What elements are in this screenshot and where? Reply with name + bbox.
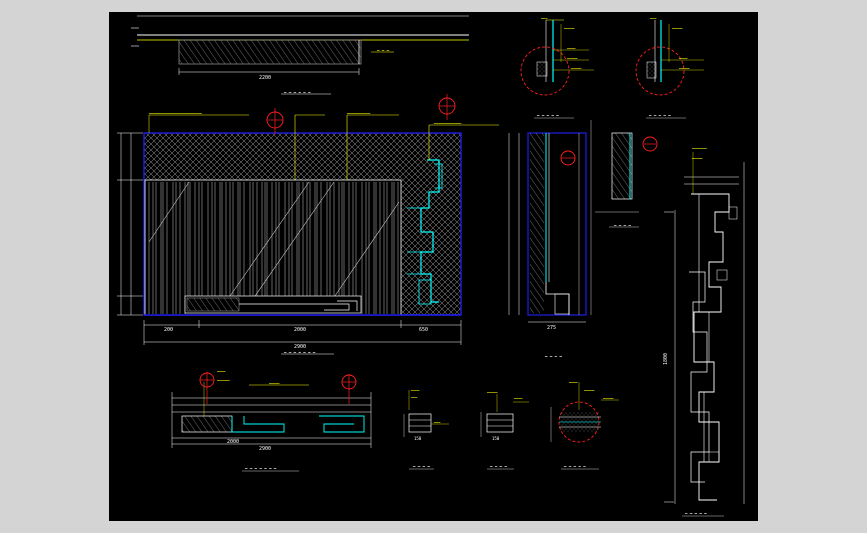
svg-text:▁▁▁: ▁▁▁ (433, 419, 441, 423)
bottom-plan-view: 2000 2900 ▁▁▁▁ ▁▁▁▁▁▁ ▁▁▁▁▁ ▁ ▁ ▁ ▁ ▁ ▁ … (171, 368, 372, 472)
svg-text:▁ ▁ ▁ ▁: ▁ ▁ ▁ ▁ (544, 352, 562, 357)
svg-text:▁▁▁▁: ▁▁▁▁ (216, 368, 226, 372)
svg-text:▁▁▁: ▁▁▁ (540, 15, 548, 19)
drawing-sheet: 2200 ▁ ▁ ▁ ▁ ▁ ▁ ▁ ▁ ▁ 200 2000 650 2900… (109, 12, 758, 521)
svg-text:▁▁▁▁▁▁▁: ▁▁▁▁▁▁▁ (691, 145, 708, 149)
svg-text:▁ ▁ ▁ ▁ ▁: ▁ ▁ ▁ ▁ ▁ (563, 462, 586, 467)
svg-text:▁▁▁: ▁▁▁ (649, 15, 657, 19)
svg-text:▁▁▁▁▁: ▁▁▁▁▁ (563, 25, 575, 29)
svg-text:▁▁▁▁: ▁▁▁▁ (566, 45, 576, 49)
svg-text:▁▁▁▁▁: ▁▁▁▁▁ (691, 155, 703, 159)
svg-text:▁▁▁▁▁▁: ▁▁▁▁▁▁ (216, 377, 231, 381)
cad-drawing: 2200 ▁ ▁ ▁ ▁ ▁ ▁ ▁ ▁ ▁ 200 2000 650 2900… (117, 15, 745, 517)
svg-text:▁▁▁▁▁: ▁▁▁▁▁ (268, 380, 280, 384)
elevation-dim-left: 200 (164, 327, 173, 333)
svg-text:▁▁▁▁: ▁▁▁▁ (678, 55, 688, 59)
bottom-plan-dimension: 2900 (259, 446, 271, 452)
svg-text:▁▁▁▁: ▁▁▁▁ (513, 395, 523, 399)
detail-a: ▁▁▁▁ ▁▁▁ ▁▁▁ 150 ▁ ▁ ▁ ▁ (403, 387, 449, 470)
svg-text:▁ ▁ ▁ ▁ ▁ ▁ ▁: ▁ ▁ ▁ ▁ ▁ ▁ ▁ (244, 464, 277, 469)
callout-icon (341, 374, 357, 404)
svg-text:▁ ▁ ▁ ▁ ▁: ▁ ▁ ▁ ▁ ▁ (684, 509, 707, 514)
svg-text:▁ ▁ ▁ ▁ ▁: ▁ ▁ ▁ ▁ ▁ (536, 111, 559, 116)
elevation-dim-center: 2000 (294, 327, 306, 333)
section-dimension: 275 (547, 325, 556, 331)
callout-icon (199, 372, 215, 404)
detail-a-dimension: 150 (414, 436, 422, 441)
svg-text:▁▁▁▁▁: ▁▁▁▁▁ (602, 395, 614, 399)
svg-text:▁▁▁▁▁: ▁▁▁▁▁ (566, 55, 578, 59)
callout-icon (266, 108, 284, 134)
detail-b-dimension: 150 (492, 436, 500, 441)
main-elevation: 200 2000 650 2900 ▁ ▁ ▁ ▁ ▁ ▁ ▁ ▁▁▁▁▁▁▁▁… (117, 94, 499, 355)
bottom-plan-dim-left: 2000 (227, 439, 239, 445)
svg-text:▁▁▁▁▁▁▁▁▁▁▁: ▁▁▁▁▁▁▁▁▁▁▁ (346, 110, 371, 114)
svg-text:▁ ▁ ▁ ▁: ▁ ▁ ▁ ▁ (489, 462, 507, 467)
top-plan-view: 2200 ▁ ▁ ▁ ▁ ▁ ▁ ▁ ▁ ▁ (131, 15, 469, 95)
svg-text:▁▁▁▁▁: ▁▁▁▁▁ (570, 65, 582, 69)
section-view: 275 ▁ ▁ ▁ ▁ (508, 120, 592, 357)
svg-text:▁ ▁ ▁ ▁ ▁ ▁ ▁: ▁ ▁ ▁ ▁ ▁ ▁ ▁ (283, 348, 316, 353)
svg-text:▁▁▁▁: ▁▁▁▁ (410, 387, 420, 391)
plan-dimension: 2200 (259, 75, 271, 81)
svg-text:▁▁▁▁▁: ▁▁▁▁▁ (671, 25, 683, 29)
svg-text:▁▁▁▁▁: ▁▁▁▁▁ (486, 389, 498, 393)
tall-fret-detail: ▁▁▁▁▁▁▁ ▁▁▁▁▁ 1800 ▁ ▁ ▁ ▁ ▁ (663, 145, 745, 517)
svg-text:▁▁▁▁▁▁▁▁▁▁▁▁▁: ▁▁▁▁▁▁▁▁▁▁▁▁▁ (433, 120, 462, 124)
small-section-detail: ▁ ▁ ▁ ▁ (595, 132, 658, 228)
svg-text:▁ ▁ ▁ ▁ ▁: ▁ ▁ ▁ ▁ ▁ (648, 111, 671, 116)
node-detail-1: ▁▁▁ ▁▁▁▁▁ ▁▁▁▁ ▁▁▁▁▁ ▁▁▁▁▁ ▁ ▁ ▁ ▁ ▁ (520, 15, 594, 119)
svg-text:▁▁▁▁▁: ▁▁▁▁▁ (678, 65, 690, 69)
svg-text:▁▁▁▁▁▁▁▁▁▁▁▁▁▁▁▁▁▁▁▁▁▁▁▁▁: ▁▁▁▁▁▁▁▁▁▁▁▁▁▁▁▁▁▁▁▁▁▁▁▁▁ (148, 110, 203, 114)
svg-text:▁ ▁ ▁ ▁ ▁ ▁: ▁ ▁ ▁ ▁ ▁ ▁ (283, 88, 311, 93)
detail-b: ▁▁▁▁▁ ▁▁▁▁ 150 ▁ ▁ ▁ ▁ (480, 389, 529, 470)
node-detail-2: ▁▁▁ ▁▁▁▁▁ ▁▁▁▁ ▁▁▁▁▁ ▁ ▁ ▁ ▁ ▁ (635, 15, 704, 119)
svg-text:▁ ▁ ▁: ▁ ▁ ▁ (376, 46, 390, 51)
svg-text:▁ ▁ ▁ ▁: ▁ ▁ ▁ ▁ (613, 221, 631, 226)
svg-text:▁ ▁ ▁ ▁: ▁ ▁ ▁ ▁ (412, 462, 430, 467)
elevation-dim-right: 650 (419, 327, 428, 333)
tall-detail-dimension: 1800 (663, 353, 669, 365)
callout-icon (438, 94, 456, 120)
detail-c: ▁▁▁▁ ▁▁▁▁▁ ▁▁▁▁▁ ▁ ▁ ▁ ▁ ▁ (550, 379, 619, 470)
svg-text:▁▁▁▁: ▁▁▁▁ (568, 379, 578, 383)
callout-icon (560, 150, 576, 166)
svg-text:▁▁▁: ▁▁▁ (410, 394, 418, 398)
svg-text:▁▁▁▁▁: ▁▁▁▁▁ (583, 387, 595, 391)
